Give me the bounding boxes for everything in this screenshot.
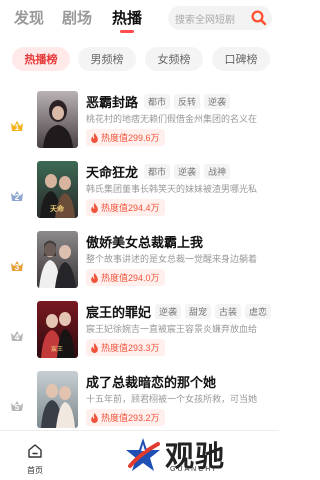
tag-list: 逆袭 甜宠 古装 虐恋 — [155, 304, 272, 319]
svg-text:宸王: 宸王 — [51, 345, 63, 353]
drama-description: 整个故事讲述的是女总裁一觉醒来身边躺着 — [86, 254, 258, 264]
brand-logo: 观驰 GUANCHI — [124, 433, 240, 479]
tag: 反转 — [174, 94, 201, 109]
rank-number: 4 — [15, 333, 20, 342]
tag: 逆袭 — [204, 94, 231, 109]
flame-icon — [91, 132, 98, 143]
heat-value: 热度值294.0万 — [101, 273, 160, 283]
home-icon — [28, 444, 42, 458]
chip-male-ranking[interactable]: 男频榜 — [78, 47, 136, 71]
flame-icon — [91, 272, 98, 283]
rank-number: 2 — [15, 193, 20, 202]
rank-badge: 4 — [11, 331, 23, 342]
logo-subtext: GUANCHI — [170, 466, 217, 473]
rank-badge: 5 — [11, 401, 23, 412]
tag: 古装 — [215, 304, 242, 319]
drama-description: 宸王妃徐婉吉一直被宸王容景炎嫌弃放血给 — [86, 324, 258, 334]
drama-title: 傲娇美女总裁霸上我 — [86, 235, 204, 250]
search-placeholder: 搜索全网短剧 — [175, 14, 235, 26]
star-logo-icon — [126, 438, 160, 471]
list-item[interactable]: 4 宸王 宸王的罪妃 逆袭 甜宠 古装 虐恋 宸王妃徐婉吉一直被宸王容景炎嫌弃放… — [0, 301, 279, 371]
list-item[interactable]: 3 傲娇美女总裁霸上我 整个故事讲述的是女总裁一觉醒来身边躺着 热度值294.0… — [0, 231, 279, 301]
chip-reputation-ranking[interactable]: 口碑榜 — [212, 47, 270, 71]
tag: 甜宠 — [185, 304, 212, 319]
drama-description: 桃花村的地痞无赖们假借金州集团的名义在 — [86, 114, 258, 124]
chip-female-ranking[interactable]: 女频榜 — [145, 47, 203, 71]
flame-icon — [91, 202, 98, 213]
tag: 战神 — [204, 164, 231, 179]
cover-image — [37, 371, 78, 428]
heat-badge: 热度值294.0万 — [86, 269, 165, 286]
svg-text:天命: 天命 — [50, 204, 65, 213]
cover-image — [37, 231, 78, 288]
nav-home-label: 首页 — [27, 466, 43, 475]
drama-title: 天命狂龙 — [86, 165, 139, 180]
rank-badge: 2 — [11, 191, 23, 202]
heat-value: 热度值294.4万 — [101, 203, 160, 213]
drama-title: 恶霸封路 — [86, 95, 139, 110]
heat-badge: 热度值293.2万 — [86, 409, 165, 426]
tag: 都市 — [144, 94, 171, 109]
heat-value: 热度值293.3万 — [101, 343, 160, 353]
tag: 逆袭 — [174, 164, 201, 179]
heat-badge: 热度值293.3万 — [86, 339, 165, 356]
drama-title: 宸王的罪妃 — [86, 305, 152, 320]
drama-title: 成了总裁暗恋的那个她 — [86, 375, 217, 390]
rank-number: 3 — [15, 263, 20, 272]
tag: 都市 — [144, 164, 171, 179]
tab-discover[interactable]: 发现 — [14, 7, 44, 28]
search-input[interactable]: 搜索全网短剧 — [168, 6, 272, 30]
heat-value: 热度值293.2万 — [101, 413, 160, 423]
tab-hot[interactable]: 热播 — [112, 7, 142, 28]
list-item[interactable]: 2 天命 天命狂龙 都市 逆袭 战神 韩氏集团董事长韩笑天的妹妹被渣男哪光私 热… — [0, 161, 279, 231]
rank-number: 5 — [15, 403, 20, 412]
tag: 逆袭 — [155, 304, 182, 319]
search-icon[interactable] — [250, 9, 268, 27]
drama-description: 十五年前，顾君栩被一个女孩所救，可当她 — [86, 394, 258, 404]
list-item[interactable]: 1 恶霸封路 都市 反转 逆袭 桃花村的地痞无赖们假借金州集团的名义在 热度值2… — [0, 91, 279, 161]
chip-hot-ranking[interactable]: 热播榜 — [12, 47, 70, 71]
tag-list: 都市 逆袭 战神 — [144, 164, 231, 179]
cover-image: 天命 — [37, 161, 78, 218]
flame-icon — [91, 412, 98, 423]
rank-badge: 3 — [11, 261, 23, 272]
heat-value: 热度值299.6万 — [101, 133, 160, 143]
flame-icon — [91, 342, 98, 353]
cover-image: 宸王 — [37, 301, 78, 358]
tag: 虐恋 — [245, 304, 272, 319]
rank-badge: 1 — [11, 121, 23, 132]
ranking-tabs: 热播榜 男频榜 女频榜 口碑榜 — [12, 47, 279, 71]
drama-description: 韩氏集团董事长韩笑天的妹妹被渣男哪光私 — [86, 184, 258, 194]
heat-badge: 热度值294.4万 — [86, 199, 165, 216]
tab-theater[interactable]: 剧场 — [62, 7, 92, 28]
cover-image — [37, 91, 78, 148]
heat-badge: 热度值299.6万 — [86, 129, 165, 146]
nav-home-button[interactable]: 首页 — [20, 441, 50, 477]
tag-list: 都市 反转 逆袭 — [144, 94, 231, 109]
rank-number: 1 — [15, 123, 20, 132]
top-header: 发现 剧场 热播 搜索全网短剧 — [0, 0, 279, 38]
